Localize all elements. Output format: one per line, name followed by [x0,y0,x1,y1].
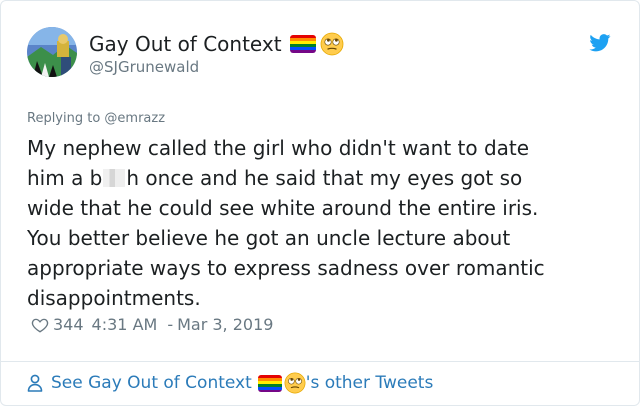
rainbow-flag-icon [289,35,316,53]
like-count[interactable]: 344 [53,315,84,334]
tweet-text-line: You better believe he got an uncle lectu… [27,226,511,250]
divider [1,361,639,362]
tweet-text-line: appropriate ways to express sadness over… [27,256,545,280]
censored-word-blur [103,169,126,187]
tweet-metadata: 344 4:31 AM - Mar 3, 2019 [31,315,273,334]
tweet-text-line: disappointments. [27,286,201,310]
tweet-date[interactable]: Mar 3, 2019 [177,315,273,334]
rolling-eyes-emoji-icon [320,32,343,56]
tweet-text-line: him a b h once and he said that my eyes g… [27,163,617,193]
see-other-tweets-link[interactable]: See Gay Out of Context 's other Tweets [27,372,433,394]
display-name-text: Gay Out of Context [89,32,282,56]
person-icon [27,374,43,392]
tweet-text-fragment: h once and he said that my eyes got so [126,166,523,190]
display-name[interactable]: Gay Out of Context [89,32,344,56]
rolling-eyes-emoji-icon [284,372,306,394]
replying-to[interactable]: Replying to @emrazz [27,111,165,126]
handle[interactable]: @SJGrunewald [89,58,199,76]
tweet-header: Gay Out of Context @SJGrunewald [27,27,619,87]
embedded-tweet-card: Gay Out of Context @SJGrunewald Replying… [0,0,640,406]
tweet-text-line: My nephew called the girl who didn't wan… [27,136,530,160]
footer-link-suffix: 's other Tweets [305,373,434,393]
tweet-text-line: wide that he could see white around the … [27,196,539,220]
footer-link-prefix: See Gay Out of Context [51,373,252,393]
avatar[interactable] [27,27,77,77]
tweet-text: My nephew called the girl who didn't wan… [27,133,617,313]
date-separator: - [167,315,174,334]
tweet-text-fragment: him a b [27,166,103,190]
tweet-time[interactable]: 4:31 AM [92,315,158,334]
twitter-bird-icon[interactable] [589,34,611,52]
rainbow-flag-icon [257,374,282,392]
heart-icon[interactable] [31,316,49,334]
